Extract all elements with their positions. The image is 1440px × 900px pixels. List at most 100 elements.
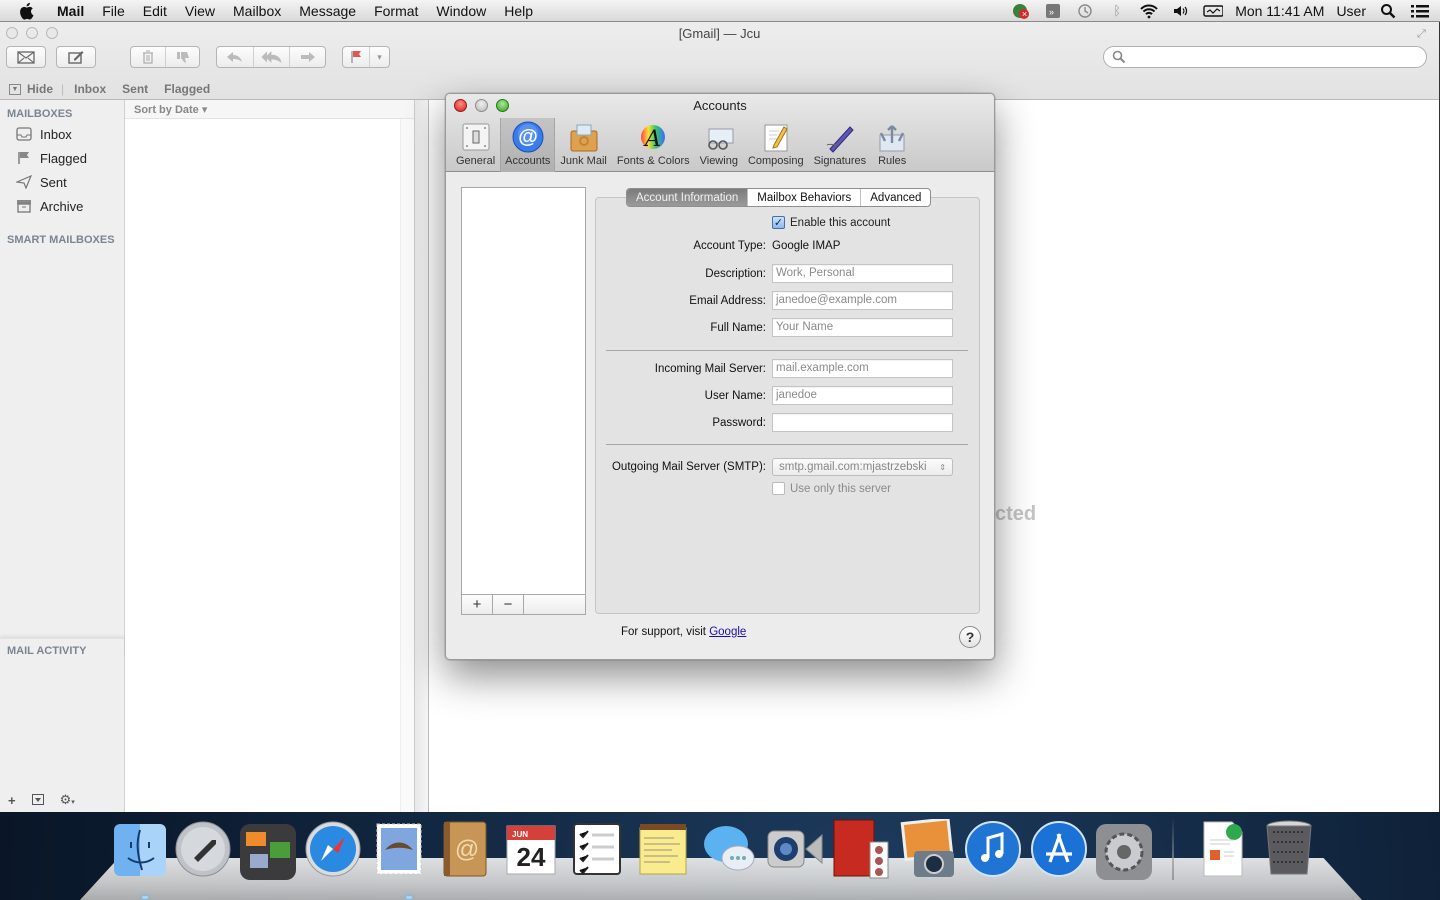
spotlight-search-icon[interactable]: [1378, 3, 1398, 19]
tab-junk-mail[interactable]: Junk Mail: [555, 118, 611, 172]
incoming-server-field[interactable]: mail.example.com: [772, 359, 953, 378]
action-menu-button[interactable]: ⚙▾: [60, 792, 75, 808]
apple-menu-icon[interactable]: [18, 2, 36, 20]
dock-separator: [1172, 818, 1174, 880]
segment-account-information[interactable]: Account Information: [627, 189, 748, 206]
outgoing-server-value: smtp.gmail.com:mjastrzebski: [779, 461, 927, 473]
calendar-icon: JUN 24: [506, 825, 556, 875]
dock-facetime[interactable]: [766, 818, 824, 880]
google-support-link[interactable]: Google: [709, 626, 746, 638]
search-field[interactable]: [1103, 46, 1427, 68]
mission-control-icon: [246, 832, 290, 868]
dock-reminders[interactable]: [568, 818, 626, 880]
crashplan-icon[interactable]: ✕: [1011, 3, 1031, 19]
iphoto-icon: [900, 819, 954, 877]
tab-rules[interactable]: Rules: [871, 118, 913, 172]
tab-composing[interactable]: Composing: [743, 118, 809, 172]
favorite-flagged[interactable]: Flagged: [156, 82, 218, 96]
dock-messages[interactable]: [700, 818, 758, 880]
smart-mailboxes-header[interactable]: SMART MAILBOXES: [0, 234, 124, 246]
sidebar-footer: + ⚙▾: [8, 792, 75, 808]
enable-account-checkbox[interactable]: ✓: [772, 216, 785, 229]
menu-edit[interactable]: Edit: [134, 3, 176, 19]
full-name-field[interactable]: Your Name: [772, 318, 953, 337]
delete-button[interactable]: [131, 47, 165, 67]
menu-mailbox[interactable]: Mailbox: [224, 3, 290, 19]
dock-app-store[interactable]: [1030, 818, 1088, 880]
add-mailbox-button[interactable]: +: [8, 793, 16, 808]
sidebar-item-archive[interactable]: Archive: [0, 194, 124, 218]
dock-mail[interactable]: [370, 818, 428, 880]
menu-app-mail[interactable]: Mail: [48, 3, 93, 19]
dock-itunes[interactable]: [964, 818, 1022, 880]
dock-launchpad[interactable]: [174, 818, 232, 880]
dock-contacts[interactable]: @: [436, 818, 494, 880]
dock-calendar[interactable]: JUN 24: [502, 818, 560, 880]
compose-button[interactable]: [57, 47, 95, 67]
menu-window[interactable]: Window: [427, 3, 495, 19]
menu-file[interactable]: File: [93, 3, 134, 19]
sidebar-item-inbox[interactable]: Inbox: [0, 122, 124, 146]
menu-format[interactable]: Format: [365, 3, 427, 19]
reply-all-icon: [260, 51, 282, 63]
time-machine-icon[interactable]: [1075, 3, 1095, 19]
dock-iphoto[interactable]: [898, 818, 956, 880]
email-field[interactable]: janedoe@example.com: [772, 291, 953, 310]
help-button[interactable]: ?: [959, 626, 981, 648]
tab-general[interactable]: General: [451, 118, 500, 172]
notification-center-icon[interactable]: [1410, 3, 1430, 19]
remove-account-button[interactable]: −: [493, 595, 524, 614]
flag-button[interactable]: [343, 47, 369, 67]
dock-system-preferences[interactable]: [1096, 824, 1152, 880]
menubar-clock[interactable]: Mon 11:41 AM: [1235, 3, 1324, 19]
use-only-server-checkbox[interactable]: [772, 482, 785, 495]
outgoing-server-popup[interactable]: smtp.gmail.com:mjastrzebski ⇕: [772, 458, 953, 476]
segment-mailbox-behaviors[interactable]: Mailbox Behaviors: [747, 189, 860, 206]
show-activity-button[interactable]: [31, 793, 44, 808]
menu-view[interactable]: View: [176, 3, 224, 19]
menu-help[interactable]: Help: [495, 3, 542, 19]
contacts-icon: @: [443, 821, 487, 877]
forward-button[interactable]: [289, 47, 325, 67]
flag-menu-button[interactable]: ▾: [369, 47, 389, 67]
reply-button[interactable]: [217, 47, 253, 67]
sidebar-item-label: Flagged: [40, 150, 87, 166]
menu-message[interactable]: Message: [290, 3, 365, 19]
segment-advanced[interactable]: Advanced: [860, 189, 930, 206]
wifi-icon[interactable]: [1139, 3, 1159, 19]
description-field[interactable]: Work, Personal: [772, 264, 953, 283]
reply-all-button[interactable]: [253, 47, 289, 67]
tab-fonts-colors[interactable]: A Fonts & Colors: [612, 118, 695, 172]
pane-divider[interactable]: [415, 100, 429, 812]
volume-icon[interactable]: [1171, 3, 1191, 19]
sidebar-item-sent[interactable]: Sent: [0, 170, 124, 194]
fast-user-switch[interactable]: User: [1336, 3, 1366, 19]
tab-signatures[interactable]: Signatures: [809, 118, 872, 172]
fullscreen-icon[interactable]: ⤢: [1417, 28, 1431, 42]
junk-button[interactable]: [165, 47, 199, 67]
dock-notes[interactable]: [634, 818, 692, 880]
battery-icon[interactable]: [1203, 3, 1224, 19]
hide-mailboxes-button[interactable]: ▼ Hide: [0, 82, 53, 96]
sidebar-item-label: Inbox: [40, 126, 72, 142]
dock-trash[interactable]: [1260, 818, 1318, 880]
dock-mission-control[interactable]: [240, 824, 296, 880]
favorite-inbox[interactable]: Inbox: [66, 82, 114, 96]
dock-safari[interactable]: [304, 818, 362, 880]
bluetooth-icon[interactable]: ᛒ: [1107, 3, 1127, 19]
dock-finder[interactable]: [114, 824, 166, 876]
tab-viewing[interactable]: Viewing: [695, 118, 743, 172]
dock-document[interactable]: [1194, 818, 1252, 880]
favorite-sent[interactable]: Sent: [114, 82, 156, 96]
airplay-icon[interactable]: »: [1043, 3, 1063, 19]
add-account-button[interactable]: +: [462, 595, 493, 614]
sort-by-date-button[interactable]: Sort by Date ▾: [125, 100, 414, 119]
sidebar-item-flagged[interactable]: Flagged: [0, 146, 124, 170]
user-name-field[interactable]: janedoe: [772, 386, 953, 405]
dock-photo-booth[interactable]: [832, 818, 890, 880]
tab-accounts[interactable]: @ Accounts: [500, 118, 556, 172]
get-mail-button[interactable]: [7, 47, 45, 67]
message-list-scrollbar[interactable]: [400, 119, 414, 812]
password-field[interactable]: [772, 413, 953, 432]
accounts-list[interactable]: [461, 187, 586, 614]
